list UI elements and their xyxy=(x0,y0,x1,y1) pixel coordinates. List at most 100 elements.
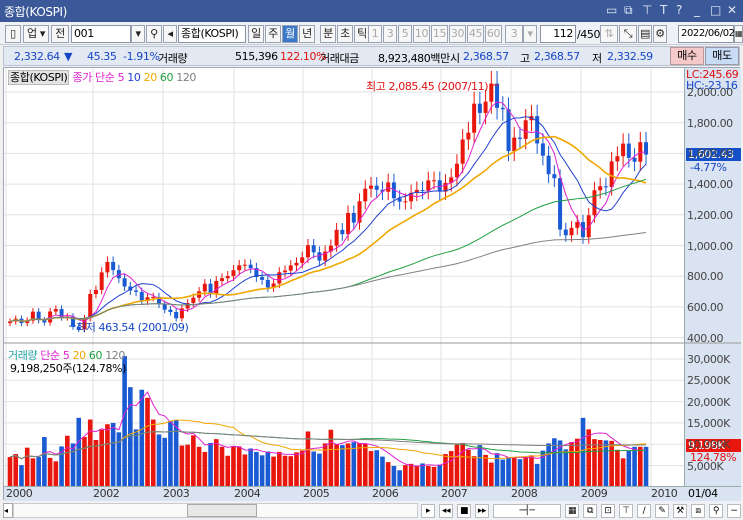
zoom-icon[interactable]: ⚲ xyxy=(709,504,723,518)
restore-icon[interactable]: ▭ xyxy=(606,3,617,17)
period-2[interactable]: 월 xyxy=(282,25,298,43)
minute-30[interactable]: 30 xyxy=(449,25,466,43)
fit-icon[interactable]: ⊡ xyxy=(601,504,615,518)
name-field: 종합(KOSPI) xyxy=(178,25,246,43)
scroll-thumb[interactable] xyxy=(187,504,257,517)
candle xyxy=(105,261,110,273)
date-input[interactable]: 2022/06/02 xyxy=(678,25,735,43)
ma-5: 5 xyxy=(117,71,125,84)
window-icon[interactable]: ⧉ xyxy=(583,504,597,518)
trend-icon[interactable]: ∕ xyxy=(637,504,651,518)
chart-area[interactable]: 종합(KOSPI) 종가 단순 5 10 20 60 120 LC:245.69… xyxy=(3,67,741,501)
minute-15[interactable]: 15 xyxy=(431,25,448,43)
text-icon[interactable]: T xyxy=(660,3,667,17)
sell-button[interactable]: 매도 xyxy=(705,47,739,65)
zoom-slider-icon[interactable]: ─┤─ xyxy=(493,504,561,518)
candle xyxy=(111,261,116,271)
volume-bar xyxy=(466,449,471,486)
volume-bar xyxy=(254,451,259,486)
first-icon[interactable]: ◂◂ xyxy=(439,504,453,518)
scroll-left-icon[interactable]: ◂ xyxy=(3,503,13,518)
candle xyxy=(558,178,563,230)
candle xyxy=(225,276,230,279)
last-icon[interactable]: ▸▸ xyxy=(475,504,489,518)
minus-icon[interactable]: − xyxy=(727,504,741,518)
stop-icon[interactable]: ■ xyxy=(457,504,471,518)
volume-bar xyxy=(93,439,99,486)
save-icon[interactable]: ▤ xyxy=(638,25,652,43)
candle xyxy=(139,291,144,302)
volume-bar xyxy=(259,455,265,486)
volume-bar xyxy=(53,461,59,486)
low-label: 저 xyxy=(592,52,602,65)
layout-icon[interactable]: ▯ xyxy=(5,25,21,43)
price-ma-5-line xyxy=(9,101,647,323)
volume-bar xyxy=(19,465,24,486)
market-select[interactable]: 업 ▾ xyxy=(23,25,49,43)
candle xyxy=(609,161,614,188)
volume-bar xyxy=(368,451,374,486)
pen-icon[interactable]: ✎ xyxy=(655,504,669,518)
volume-bar xyxy=(638,446,643,486)
candle xyxy=(466,132,471,140)
period-4[interactable]: 분 xyxy=(320,25,336,43)
buy-button[interactable]: 매수 xyxy=(670,47,704,65)
volume-bar xyxy=(460,442,465,486)
candle xyxy=(472,103,477,133)
line-icon[interactable]: ⊤ xyxy=(619,504,633,518)
candle-icon[interactable]: ⇅ xyxy=(600,25,618,43)
minimize-icon[interactable]: _ xyxy=(694,3,700,17)
pin-icon[interactable]: ⊤ xyxy=(642,3,652,17)
count-dropdown-icon[interactable]: ▾ xyxy=(523,25,537,43)
minute-60[interactable]: 60 xyxy=(485,25,502,43)
horizontal-scrollbar[interactable] xyxy=(13,503,418,518)
volume-bar xyxy=(99,429,104,486)
price-pane-title[interactable]: 종합(KOSPI) xyxy=(8,70,70,85)
search-icon[interactable]: ⚲ xyxy=(146,25,162,43)
chart-canvas[interactable] xyxy=(4,68,741,501)
bar-total: /450 xyxy=(577,28,601,41)
gear-icon[interactable]: ⚙ xyxy=(653,25,667,43)
candle xyxy=(575,222,580,228)
candle xyxy=(403,201,408,203)
prev-button[interactable]: 전 xyxy=(51,25,69,43)
volume-bar xyxy=(362,443,368,486)
minute-5[interactable]: 5 xyxy=(398,25,412,43)
bottom-bar: ◂ ▸◂◂■▸▸─┤─▦⧉⊡⊤∕✎⚒⧈⚲−+A xyxy=(3,501,741,520)
period-1[interactable]: 주 xyxy=(265,25,281,43)
candle xyxy=(191,297,196,304)
tool-icon[interactable]: ⚒ xyxy=(673,504,687,518)
crosshair-icon[interactable]: ⤡ xyxy=(619,25,637,43)
candle xyxy=(432,180,437,182)
code-dropdown-icon[interactable]: ▾ xyxy=(131,25,145,43)
volume-bar xyxy=(105,424,110,486)
candle xyxy=(460,139,465,164)
candle xyxy=(523,120,528,139)
candle xyxy=(374,185,379,190)
maximize-icon[interactable]: □ xyxy=(710,3,721,17)
minute-10[interactable]: 10 xyxy=(413,25,430,43)
minute-1[interactable]: 1 xyxy=(368,25,382,43)
period-3[interactable]: 년 xyxy=(299,25,315,43)
close-icon[interactable]: ✕ xyxy=(727,3,737,17)
bar-count-input[interactable]: 112 xyxy=(540,25,576,43)
count-select[interactable]: 3 xyxy=(505,25,523,43)
overlay-icon[interactable]: ⧈ xyxy=(691,504,705,518)
speaker-icon[interactable]: ◂ xyxy=(163,25,177,43)
copy-icon[interactable]: ⧉ xyxy=(624,3,633,18)
period-5[interactable]: 초 xyxy=(337,25,353,43)
volume-bar xyxy=(311,451,316,486)
volume-bar xyxy=(546,443,551,486)
volume-bar xyxy=(380,456,385,486)
play-icon[interactable]: ▸ xyxy=(421,504,435,518)
down-arrow-icon: ▼ xyxy=(64,50,73,63)
help-icon[interactable]: ? xyxy=(676,3,682,17)
grid-icon[interactable]: ▦ xyxy=(565,504,579,518)
code-input[interactable]: 001 xyxy=(71,25,131,43)
calendar-icon[interactable]: ▦ xyxy=(734,25,743,43)
volume-bar xyxy=(357,442,362,486)
minute-45[interactable]: 45 xyxy=(467,25,484,43)
candle xyxy=(632,157,637,162)
period-0[interactable]: 일 xyxy=(248,25,264,43)
minute-3[interactable]: 3 xyxy=(383,25,397,43)
